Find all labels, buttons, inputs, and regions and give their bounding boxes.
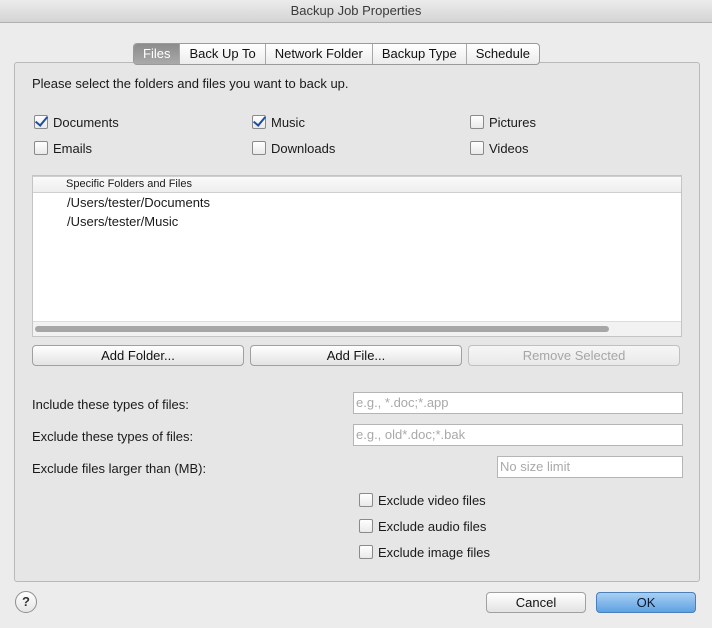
checkbox-exclude-audio[interactable]: Exclude audio files xyxy=(359,517,486,535)
exclude-types-field[interactable]: e.g., old*.doc;*.bak xyxy=(353,424,683,446)
exclude-types-label: Exclude these types of files: xyxy=(32,429,194,444)
include-types-placeholder: e.g., *.doc;*.app xyxy=(356,395,449,410)
checkbox-videos[interactable]: Videos xyxy=(470,139,529,157)
horizontal-scrollbar[interactable] xyxy=(33,321,681,336)
exclude-types-placeholder: e.g., old*.doc;*.bak xyxy=(356,427,466,442)
size-limit-placeholder: No size limit xyxy=(500,459,571,474)
list-column-header[interactable]: Specific Folders and Files xyxy=(33,176,681,193)
checkbox-downloads[interactable]: Downloads xyxy=(252,139,335,157)
specific-files-list[interactable]: Specific Folders and Files /Users/tester… xyxy=(32,175,682,337)
add-file-button[interactable]: Add File... xyxy=(250,345,462,366)
checkbox-pictures-label: Pictures xyxy=(489,114,536,130)
checkbox-exclude-image-box[interactable] xyxy=(359,545,373,559)
checkbox-documents-label: Documents xyxy=(53,114,119,130)
window-title: Backup Job Properties xyxy=(0,0,712,23)
help-icon[interactable]: ? xyxy=(15,591,37,613)
checkbox-pictures-box[interactable] xyxy=(470,115,484,129)
checkbox-emails-box[interactable] xyxy=(34,141,48,155)
tab-files[interactable]: Files xyxy=(134,44,180,64)
checkbox-music-label: Music xyxy=(271,114,305,130)
checkbox-exclude-image-label: Exclude image files xyxy=(378,544,490,560)
instruction-text: Please select the folders and files you … xyxy=(32,76,349,91)
size-limit-label: Exclude files larger than (MB): xyxy=(32,461,207,476)
include-types-label: Include these types of files: xyxy=(32,397,189,412)
checkbox-exclude-video-label: Exclude video files xyxy=(378,492,486,508)
checkbox-exclude-video-box[interactable] xyxy=(359,493,373,507)
checkbox-exclude-audio-box[interactable] xyxy=(359,519,373,533)
checkbox-emails-label: Emails xyxy=(53,140,93,156)
cancel-button[interactable]: Cancel xyxy=(486,592,586,613)
checkbox-exclude-image[interactable]: Exclude image files xyxy=(359,543,490,561)
tab-schedule[interactable]: Schedule xyxy=(465,44,539,64)
include-types-field[interactable]: e.g., *.doc;*.app xyxy=(353,392,683,414)
tab-network-folder[interactable]: Network Folder xyxy=(264,44,372,64)
checkbox-videos-box[interactable] xyxy=(470,141,484,155)
checkbox-videos-label: Videos xyxy=(489,140,529,156)
remove-selected-button[interactable]: Remove Selected xyxy=(468,345,680,366)
checkbox-pictures[interactable]: Pictures xyxy=(470,113,536,131)
list-item[interactable]: /Users/tester/Music xyxy=(33,212,681,231)
checkbox-music-box[interactable] xyxy=(252,115,266,129)
size-limit-field[interactable]: No size limit xyxy=(497,456,683,478)
ok-button[interactable]: OK xyxy=(596,592,696,613)
list-item[interactable]: /Users/tester/Documents xyxy=(33,193,681,212)
checkbox-downloads-label: Downloads xyxy=(271,140,336,156)
checkbox-exclude-video[interactable]: Exclude video files xyxy=(359,491,486,509)
checkbox-emails[interactable]: Emails xyxy=(34,139,92,157)
tab-bar: Files Back Up To Network Folder Backup T… xyxy=(133,43,540,65)
checkbox-exclude-audio-label: Exclude audio files xyxy=(378,518,487,534)
checkbox-downloads-box[interactable] xyxy=(252,141,266,155)
checkbox-documents[interactable]: Documents xyxy=(34,113,119,131)
checkbox-music[interactable]: Music xyxy=(252,113,305,131)
checkbox-documents-box[interactable] xyxy=(34,115,48,129)
add-folder-button[interactable]: Add Folder... xyxy=(32,345,244,366)
scrollbar-thumb[interactable] xyxy=(35,326,609,332)
tab-backup-type[interactable]: Backup Type xyxy=(371,44,466,64)
tab-back-up-to[interactable]: Back Up To xyxy=(179,44,264,64)
